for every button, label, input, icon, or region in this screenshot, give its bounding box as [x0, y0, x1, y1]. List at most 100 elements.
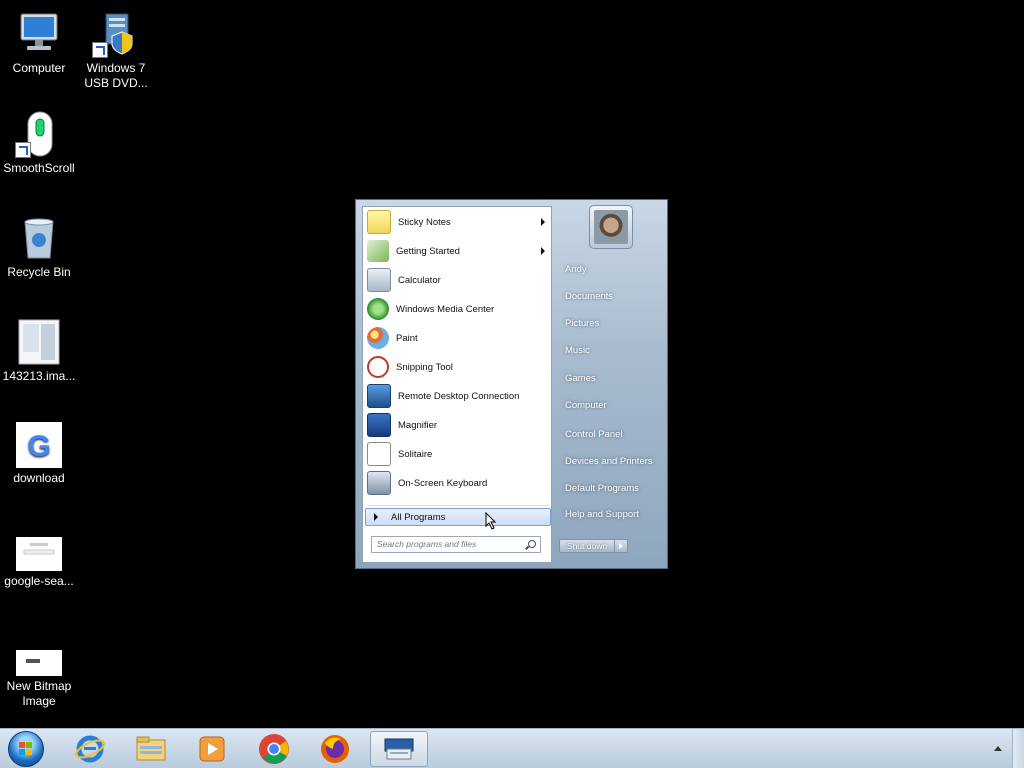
taskbar-windows-explorer[interactable]: [124, 731, 178, 767]
program-snipping-tool[interactable]: Snipping Tool: [367, 354, 549, 380]
show-hidden-icons-arrow-icon[interactable]: [994, 746, 1002, 751]
program-label: Getting Started: [396, 245, 460, 257]
desktop-icon-computer[interactable]: Computer: [1, 10, 77, 76]
arrow-right-icon: [374, 513, 378, 521]
shortcut-arrow-icon: [15, 142, 31, 158]
program-label: Magnifier: [398, 419, 438, 431]
link-documents[interactable]: Documents: [565, 291, 613, 302]
desktop-icon-label: download: [13, 471, 65, 485]
desktop-icon-google-search-image[interactable]: google-sea...: [1, 537, 77, 589]
search-input[interactable]: Search programs and files: [371, 536, 541, 553]
program-solitaire[interactable]: Solitaire: [367, 441, 549, 467]
program-getting-started[interactable]: Getting Started: [367, 238, 549, 264]
desktop-icon-image-file[interactable]: 143213.ima...: [1, 318, 77, 384]
sticky-notes-icon: [367, 210, 391, 234]
image-file-icon: [16, 537, 62, 571]
program-remote-desktop[interactable]: Remote Desktop Connection: [367, 383, 549, 409]
divider: [367, 505, 549, 506]
desktop-icon-download[interactable]: G download: [1, 422, 77, 486]
link-computer[interactable]: Computer: [565, 400, 607, 411]
program-label: Solitaire: [398, 448, 433, 460]
taskbar-media-player[interactable]: [185, 731, 239, 767]
getting-started-icon: [367, 240, 389, 262]
desktop-icon-recycle-bin[interactable]: Recycle Bin: [1, 214, 77, 280]
link-user-andy[interactable]: Andy: [565, 264, 587, 275]
internet-explorer-icon: [75, 735, 105, 763]
program-sticky-notes[interactable]: Sticky Notes: [367, 209, 549, 235]
taskbar-internet-explorer[interactable]: [63, 731, 117, 767]
google-logo-icon: G: [16, 422, 62, 468]
start-menu: Sticky Notes Getting Started Calculator …: [355, 199, 668, 569]
svg-text:G: G: [27, 430, 50, 463]
taskbar-firefox[interactable]: [308, 731, 362, 767]
bitmap-file-icon: [16, 650, 62, 676]
windows-logo-icon: [19, 742, 33, 756]
link-control-panel[interactable]: Control Panel: [565, 429, 623, 440]
link-music[interactable]: Music: [565, 345, 590, 356]
computer-icon: [15, 10, 63, 58]
recycle-bin-icon: [15, 214, 63, 262]
program-magnifier[interactable]: Magnifier: [367, 412, 549, 438]
program-label: Paint: [396, 332, 418, 344]
desktop-icon-new-bitmap[interactable]: New Bitmap Image: [1, 650, 77, 709]
program-label: Sticky Notes: [398, 216, 451, 228]
program-label: On-Screen Keyboard: [398, 477, 488, 489]
media-player-icon: [199, 736, 225, 762]
taskbar: [0, 728, 1024, 768]
desktop-icon-label: New Bitmap Image: [6, 679, 72, 708]
desktop-icon-smoothscroll[interactable]: SmoothScroll: [1, 110, 77, 176]
desktop-icon-label: Windows 7 USB DVD...: [84, 61, 148, 90]
search-icon[interactable]: [528, 540, 536, 548]
program-calculator[interactable]: Calculator: [367, 267, 549, 293]
program-label: Remote Desktop Connection: [398, 390, 520, 402]
program-label: Windows Media Center: [396, 303, 495, 315]
link-pictures[interactable]: Pictures: [565, 318, 599, 329]
program-windows-media-center[interactable]: Windows Media Center: [367, 296, 549, 322]
folder-icon: [136, 736, 166, 761]
chrome-icon: [259, 734, 289, 764]
shutdown-control: Shut down: [559, 539, 631, 553]
program-paint[interactable]: Paint: [367, 325, 549, 351]
show-desktop-button[interactable]: [1012, 729, 1024, 768]
shutdown-button[interactable]: Shut down: [559, 539, 615, 553]
keyboard-icon: [384, 738, 414, 760]
link-default-programs[interactable]: Default Programs: [565, 483, 639, 494]
submenu-arrow-icon[interactable]: [541, 247, 545, 255]
paint-icon: [367, 327, 389, 349]
link-games[interactable]: Games: [565, 373, 596, 384]
calculator-icon: [367, 268, 391, 292]
start-menu-programs-pane: Sticky Notes Getting Started Calculator …: [362, 206, 552, 563]
all-programs-label: All Programs: [391, 511, 446, 523]
user-photo: [594, 210, 628, 244]
mouse-icon: [15, 110, 63, 158]
magnifier-icon: [367, 413, 391, 437]
remote-desktop-icon: [367, 384, 391, 408]
desktop-icon-usb-dvd-tool[interactable]: Windows 7 USB DVD...: [78, 10, 154, 91]
program-label: Calculator: [398, 274, 441, 286]
solitaire-icon: [367, 442, 391, 466]
media-center-icon: [367, 298, 389, 320]
shortcut-arrow-icon: [92, 42, 108, 58]
start-button[interactable]: [8, 731, 44, 767]
shutdown-options-arrow-icon[interactable]: [615, 539, 628, 553]
desktop-icon-label: 143213.ima...: [2, 369, 76, 383]
all-programs-button[interactable]: All Programs: [365, 508, 551, 526]
submenu-arrow-icon[interactable]: [541, 218, 545, 226]
desktop-icon-label: SmoothScroll: [3, 161, 75, 175]
image-file-icon: [15, 318, 63, 366]
taskbar-on-screen-keyboard[interactable]: [370, 731, 428, 767]
user-avatar[interactable]: [589, 205, 633, 249]
program-label: Snipping Tool: [396, 361, 453, 373]
firefox-icon: [321, 735, 349, 763]
link-devices-and-printers[interactable]: Devices and Printers: [565, 456, 653, 467]
link-help-and-support[interactable]: Help and Support: [565, 509, 639, 520]
desktop-icon-label: google-sea...: [4, 574, 74, 588]
desktop-icon-label: Computer: [12, 61, 66, 75]
usb-dvd-tool-icon: [92, 10, 140, 58]
desktop-icon-label: Recycle Bin: [7, 265, 71, 279]
search-placeholder: Search programs and files: [377, 539, 477, 549]
program-on-screen-keyboard[interactable]: On-Screen Keyboard: [367, 470, 549, 496]
scissors-icon: [367, 356, 389, 378]
taskbar-chrome[interactable]: [247, 731, 301, 767]
keyboard-icon: [367, 471, 391, 495]
